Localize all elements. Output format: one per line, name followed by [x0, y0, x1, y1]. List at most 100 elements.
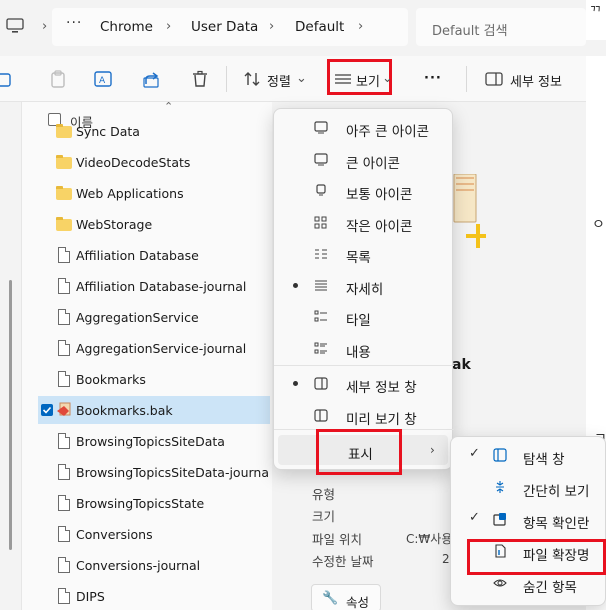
file-row[interactable]: AggregationService: [38, 303, 270, 331]
show-menu-item[interactable]: ✓ 항목 확인란: [455, 504, 603, 534]
file-row[interactable]: BrowsingTopicsSiteData: [38, 427, 270, 455]
row-checkbox-checked[interactable]: [41, 404, 53, 416]
more-options-button[interactable]: ···: [424, 71, 442, 86]
breadcrumb-chrome[interactable]: Chrome: [100, 19, 153, 35]
show-menu-item[interactable]: 간단히 보기: [455, 472, 603, 502]
file-icon: [58, 588, 70, 604]
chevron-right-icon: ›: [430, 443, 435, 457]
file-row[interactable]: Conversions: [38, 520, 270, 548]
details-pane-icon[interactable]: [484, 69, 504, 89]
monitor-icon: [314, 153, 328, 166]
checkmark-icon: ✓: [469, 446, 480, 461]
show-menu-item-label: 숨긴 항목: [523, 580, 577, 596]
paste-icon[interactable]: [48, 69, 68, 89]
address-bar: › ··· Chrome › User Data › Default › Def…: [0, 0, 606, 56]
show-menu-item-label: 항목 확인란: [523, 516, 590, 532]
view-menu-item[interactable]: 자세히: [278, 270, 448, 300]
breadcrumb-default[interactable]: Default: [295, 19, 344, 35]
show-menu-item-label: 간단히 보기: [523, 484, 590, 500]
details-value-modified: 2: [442, 552, 450, 566]
file-name: Bookmarks.bak: [76, 403, 173, 418]
details-label-size: 크기: [312, 509, 336, 524]
toolbar-separator: [466, 66, 467, 92]
file-icon: [58, 464, 70, 480]
properties-button[interactable]: 🔧 속성: [311, 584, 381, 610]
checkmark-icon: ✓: [469, 510, 480, 525]
file-row[interactable]: Sync Data: [38, 120, 270, 145]
file-row[interactable]: Affiliation Database: [38, 241, 270, 269]
file-name: BrowsingTopicsSiteData: [76, 434, 225, 449]
file-row[interactable]: VideoDecodeStats: [38, 148, 270, 176]
file-icon: [58, 247, 70, 263]
file-icon: [58, 278, 70, 294]
show-menu-item[interactable]: ✓ 탐색 창: [455, 440, 603, 470]
selected-bullet-icon: [293, 381, 298, 386]
view-menu-item[interactable]: 세부 정보 창: [278, 368, 448, 398]
view-menu-item-label: 세부 정보 창: [346, 380, 417, 396]
chevron-right-icon[interactable]: ›: [166, 19, 171, 34]
file-name: AggregationService-journal: [76, 341, 247, 356]
file-list: Sync Data VideoDecodeStats Web Application…: [38, 120, 270, 610]
view-menu-item-label: 타일: [346, 313, 371, 329]
view-menu-item[interactable]: 목록: [278, 238, 448, 268]
file-extension-highlight: [467, 539, 606, 575]
file-icon: [58, 371, 70, 387]
rename-icon[interactable]: A: [93, 69, 113, 89]
selected-bullet-icon: [293, 283, 298, 288]
chevron-right-icon[interactable]: ›: [42, 19, 47, 34]
monitor-icon: [314, 121, 328, 134]
file-row[interactable]: Web Applications: [38, 179, 270, 207]
view-menu-item[interactable]: 타일: [278, 301, 448, 331]
share-icon[interactable]: [142, 69, 162, 89]
file-row[interactable]: DIPS: [38, 582, 270, 610]
background-glyph: ㅇ: [592, 217, 605, 233]
file-row[interactable]: BrowsingTopicsSiteData-journal: [38, 458, 270, 486]
preview-pane-icon: [314, 409, 328, 422]
tiles-icon: [314, 310, 328, 322]
view-menu-item[interactable]: 내용: [278, 333, 448, 363]
chevron-right-icon[interactable]: ›: [269, 19, 274, 34]
this-pc-icon[interactable]: [6, 18, 24, 34]
grid-icon: [314, 216, 328, 229]
folder-icon: [56, 186, 72, 200]
show-menu-highlight: [316, 429, 402, 475]
file-row[interactable]: BrowsingTopicsState: [38, 489, 270, 517]
sort-button-label[interactable]: 정렬: [267, 71, 291, 90]
file-row[interactable]: Conversions-journal: [38, 551, 270, 579]
scrollbar-thumb[interactable]: [9, 280, 12, 550]
show-submenu: ✓ 탐색 창 간단히 보기 ✓ 항목 확인란 파일 확장명 숨긴 항목: [450, 436, 606, 606]
view-menu-item-label: 내용: [346, 345, 371, 361]
file-row[interactable]: AggregationService-journal: [38, 334, 270, 362]
sort-icon[interactable]: [242, 69, 262, 89]
breadcrumb-user-data[interactable]: User Data: [191, 19, 258, 35]
file-row[interactable]: Affiliation Database-journal: [38, 272, 270, 300]
file-icon: [58, 340, 70, 356]
copy-icon[interactable]: [0, 69, 20, 89]
file-name: BrowsingTopicsState: [76, 496, 205, 511]
file-row[interactable]: Bookmarks: [38, 365, 270, 393]
view-menu-item-label: 큰 아이콘: [346, 156, 400, 172]
view-menu-item[interactable]: 아주 큰 아이콘: [278, 112, 448, 142]
view-menu-item-label: 보통 아이콘: [346, 187, 413, 203]
details-button-label[interactable]: 세부 정보: [510, 71, 562, 90]
more-path-button[interactable]: ···: [66, 15, 82, 31]
chevron-right-icon[interactable]: ›: [358, 19, 363, 34]
search-input[interactable]: Default 검색: [416, 8, 586, 46]
view-lines-icon: [335, 74, 351, 84]
view-menu-item[interactable]: 작은 아이콘: [278, 207, 448, 237]
folder-icon: [56, 155, 72, 169]
chevron-down-icon[interactable]: ⌄: [296, 71, 307, 86]
view-menu-item[interactable]: 큰 아이콘: [278, 144, 448, 174]
file-name: Bookmarks: [76, 372, 146, 387]
view-menu-item-label: 자세히: [346, 282, 384, 298]
properties-button-label: 속성: [346, 595, 370, 610]
checkbox-icon: [493, 512, 507, 526]
file-row[interactable]: Bookmarks.bak: [38, 396, 270, 424]
view-menu-item[interactable]: 보통 아이콘: [278, 175, 448, 205]
monitor-small-icon: [314, 184, 328, 196]
view-menu-item[interactable]: 미리 보기 창: [278, 400, 448, 430]
file-name: Sync Data: [76, 124, 140, 139]
file-row[interactable]: WebStorage: [38, 210, 270, 238]
delete-icon[interactable]: [190, 69, 210, 89]
file-name: AggregationService: [76, 310, 199, 325]
